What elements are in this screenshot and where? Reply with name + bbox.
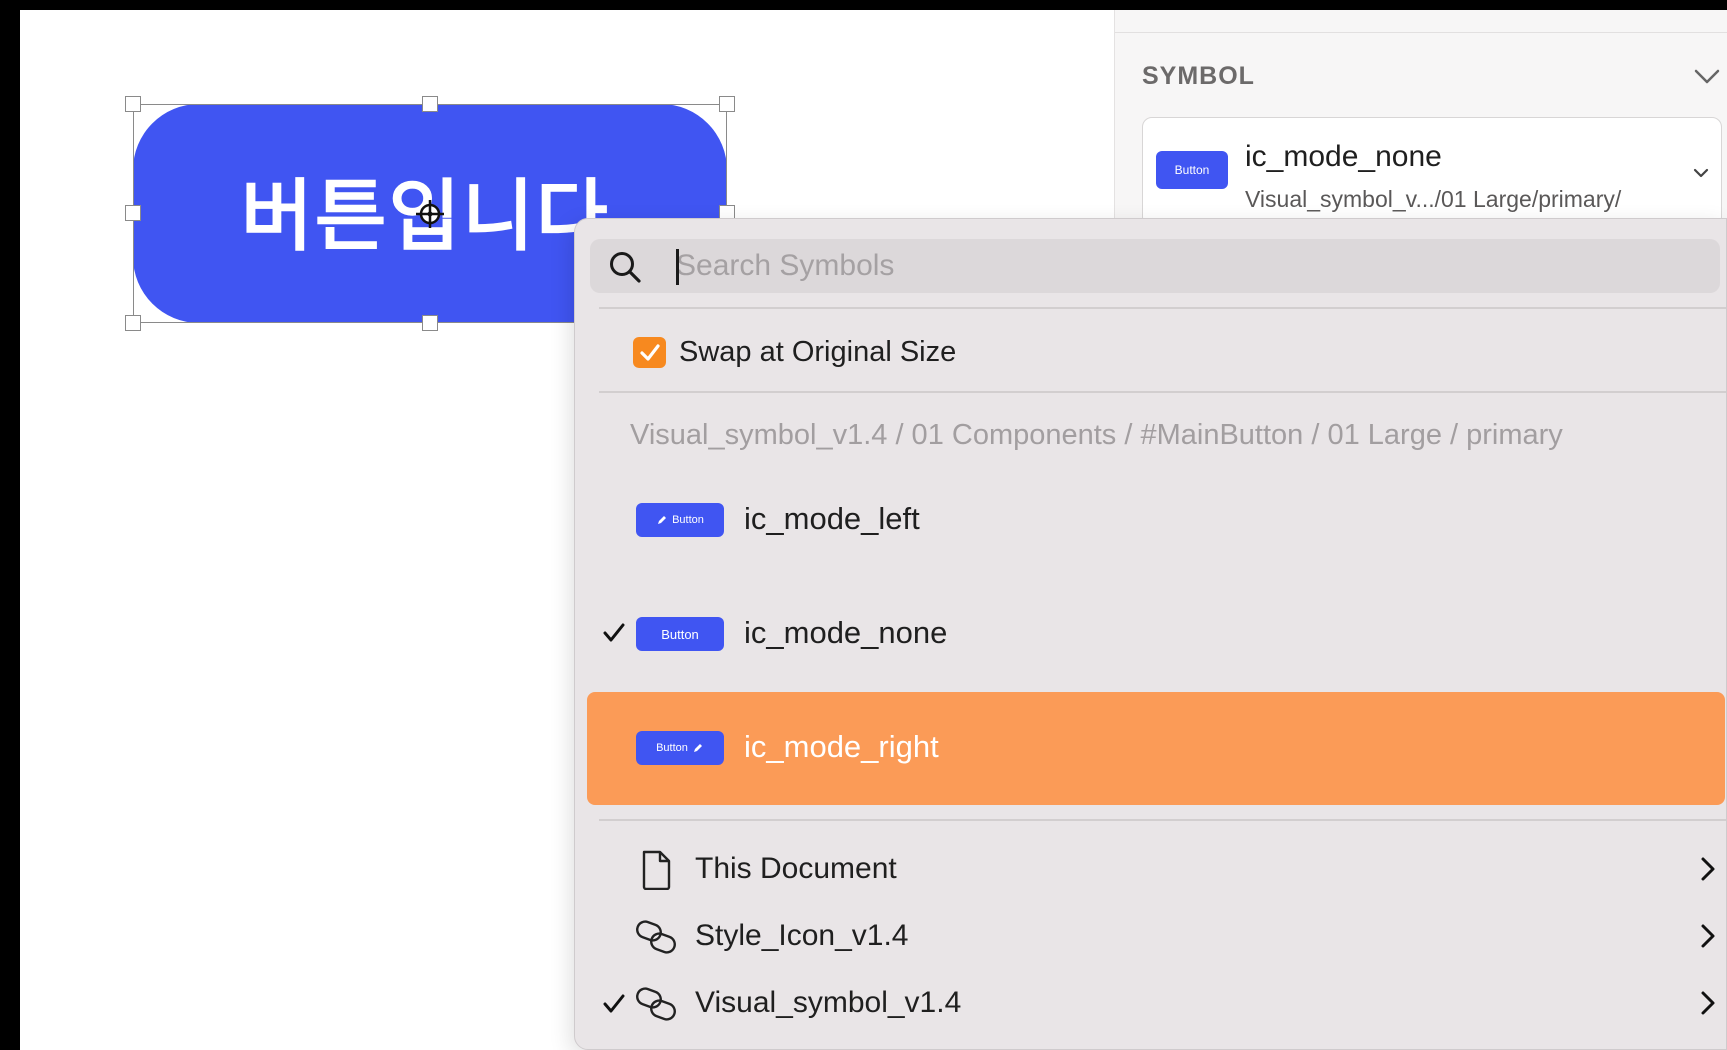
search-icon bbox=[610, 252, 641, 283]
symbol-section-title: SYMBOL bbox=[1142, 62, 1255, 90]
resize-handle-left[interactable] bbox=[125, 205, 141, 221]
symbol-item-label: ic_mode_right bbox=[744, 729, 939, 764]
symbol-name: ic_mode_none bbox=[1245, 140, 1442, 173]
document-icon bbox=[642, 850, 671, 890]
chevron-down-icon[interactable] bbox=[1691, 60, 1723, 92]
symbol-item-ic-mode-none[interactable]: Button ic_mode_none bbox=[587, 578, 1725, 691]
chevron-right-icon bbox=[1701, 924, 1715, 948]
library-label: Visual_symbol_v1.4 bbox=[695, 986, 962, 1019]
library-item-visual-symbol[interactable]: Visual_symbol_v1.4 bbox=[587, 974, 1725, 1034]
symbol-selector[interactable]: Button ic_mode_none Visual_symbol_v.../0… bbox=[1142, 117, 1722, 227]
swap-original-size-option[interactable]: Swap at Original Size bbox=[633, 336, 956, 369]
divider bbox=[599, 307, 1726, 309]
checkmark-icon bbox=[603, 623, 625, 642]
symbol-path: Visual_symbol_v.../01 Large/primary/ bbox=[1245, 186, 1622, 212]
resize-handle-top-left[interactable] bbox=[125, 96, 141, 112]
library-label: This Document bbox=[695, 852, 897, 885]
chevron-right-icon bbox=[1701, 991, 1715, 1015]
symbol-swap-menu: Swap at Original Size Visual_symbol_v1.4… bbox=[574, 218, 1727, 1050]
symbol-thumbnail: Button bbox=[636, 731, 724, 765]
library-item-style-icon[interactable]: Style_Icon_v1.4 bbox=[587, 907, 1725, 967]
text-caret bbox=[676, 249, 679, 285]
link-icon bbox=[636, 920, 676, 954]
symbol-thumbnail: Button bbox=[636, 503, 724, 537]
swap-checkbox[interactable] bbox=[633, 337, 666, 368]
resize-handle-top[interactable] bbox=[422, 96, 438, 112]
resize-handle-bottom[interactable] bbox=[422, 315, 438, 331]
screen: SYMBOL Button ic_mode_none Visual_symbol… bbox=[0, 0, 1727, 1050]
inspector-top-bar bbox=[1115, 10, 1727, 33]
checkmark-icon bbox=[603, 994, 625, 1013]
symbol-item-ic-mode-right[interactable]: Button ic_mode_right bbox=[587, 692, 1725, 805]
pencil-icon bbox=[658, 516, 667, 524]
symbol-item-label: ic_mode_left bbox=[744, 501, 920, 536]
divider bbox=[599, 391, 1726, 393]
search-bar[interactable] bbox=[590, 239, 1720, 293]
swap-option-label: Swap at Original Size bbox=[679, 336, 957, 368]
checkmark-icon bbox=[639, 343, 660, 361]
move-cursor-icon bbox=[416, 200, 444, 228]
link-icon bbox=[636, 987, 676, 1021]
library-item-this-document[interactable]: This Document bbox=[587, 840, 1725, 900]
pencil-icon bbox=[693, 744, 702, 752]
divider bbox=[599, 819, 1726, 821]
chevron-down-icon bbox=[1693, 168, 1709, 178]
symbol-item-ic-mode-left[interactable]: Button ic_mode_left bbox=[587, 464, 1725, 577]
resize-handle-bottom-left[interactable] bbox=[125, 315, 141, 331]
chevron-right-icon bbox=[1701, 857, 1715, 881]
search-input[interactable] bbox=[676, 246, 1676, 286]
symbol-thumbnail: Button bbox=[1156, 151, 1228, 189]
symbol-thumbnail: Button bbox=[636, 617, 724, 651]
library-label: Style_Icon_v1.4 bbox=[695, 919, 909, 952]
resize-handle-top-right[interactable] bbox=[719, 96, 735, 112]
symbol-item-label: ic_mode_none bbox=[744, 615, 948, 650]
breadcrumb: Visual_symbol_v1.4 / 01 Components / #Ma… bbox=[630, 419, 1563, 451]
